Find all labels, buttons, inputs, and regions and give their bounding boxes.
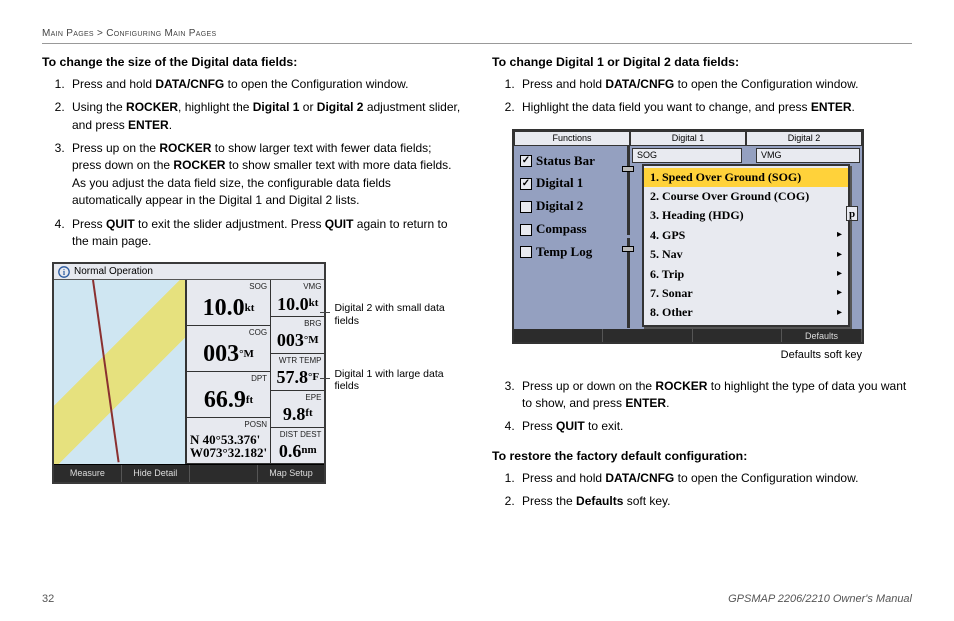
menu-item[interactable]: 7. Sonar▸ xyxy=(644,284,848,303)
cfg-sog-field[interactable]: SOG xyxy=(632,148,742,163)
step: Press up on the ROCKER to show larger te… xyxy=(68,140,462,210)
checkbox-icon[interactable]: ✓ xyxy=(520,155,532,167)
menu-item[interactable]: 3. Heading (HDG) xyxy=(644,206,848,225)
gps-title: i Normal Operation xyxy=(54,264,324,280)
figure-callouts: Digital 2 with small data fields Digital… xyxy=(334,302,462,432)
softkey-hide-detail[interactable]: Hide Detail xyxy=(122,465,190,482)
left-heading: To change the size of the Digital data f… xyxy=(42,54,462,72)
menu-item[interactable]: 8. Other▸ xyxy=(644,303,848,322)
tab-digital2[interactable]: Digital 2 xyxy=(746,131,862,145)
cfg-item[interactable]: ✓Status Bar xyxy=(520,152,616,171)
right-steps-cont: Press up or down on the ROCKER to highli… xyxy=(492,378,912,436)
breadcrumb: Main Pages > Configuring Main Pages xyxy=(42,28,912,44)
checkbox-icon[interactable] xyxy=(520,224,532,236)
checkbox-icon[interactable] xyxy=(520,246,532,258)
checkbox-icon[interactable] xyxy=(520,201,532,213)
defaults-caption: Defaults soft key xyxy=(492,348,862,364)
gps-softkeys[interactable]: Measure Hide Detail Map Setup xyxy=(54,464,324,482)
tab-digital1[interactable]: Digital 1 xyxy=(630,131,746,145)
step: Highlight the data field you want to cha… xyxy=(518,99,912,116)
gps-panel: i Normal Operation SOG10.0kt COG003°M DP… xyxy=(52,262,326,484)
data-cell: DPT66.9ft xyxy=(186,372,270,418)
data-cell: DIST DEST0.6nm xyxy=(270,428,324,465)
data-cell: VMG10.0kt xyxy=(270,280,324,317)
cfg-vmg-field[interactable]: VMG xyxy=(756,148,860,163)
menu-item[interactable]: 5. Nav▸ xyxy=(644,245,848,264)
cfg-item[interactable]: ✓Digital 1 xyxy=(520,174,616,193)
gps-data-columns: SOG10.0kt COG003°M DPT66.9ft POSNN 40°53… xyxy=(186,280,324,464)
cfg-body: ✓Status Bar ✓Digital 1 Digital 2 Compass… xyxy=(514,145,862,328)
data-cell: COG003°M xyxy=(186,326,270,372)
data-cell: SOG10.0kt xyxy=(186,280,270,326)
data-cell: EPE9.8ft xyxy=(270,391,324,428)
digital1-col: SOG10.0kt COG003°M DPT66.9ft POSNN 40°53… xyxy=(186,280,270,464)
chevron-right-icon: ▸ xyxy=(837,248,842,263)
right-heading: To change Digital 1 or Digital 2 data fi… xyxy=(492,54,912,72)
gps-map xyxy=(54,280,186,464)
step: Press and hold DATA/CNFG to open the Con… xyxy=(68,76,462,93)
restore-heading: To restore the factory default configura… xyxy=(492,448,912,466)
partial-p-box: p xyxy=(846,206,858,221)
softkey-defaults[interactable]: Defaults xyxy=(782,329,862,342)
softkey-measure[interactable]: Measure xyxy=(54,465,122,482)
menu-item[interactable]: 4. GPS▸ xyxy=(644,226,848,245)
slider-handle-d1[interactable] xyxy=(622,166,634,172)
menu-item[interactable]: 2. Course Over Ground (COG) xyxy=(644,187,848,206)
cfg-panel: Functions Digital 1 Digital 2 ✓Status Ba… xyxy=(512,129,864,344)
restore-steps: Press and hold DATA/CNFG to open the Con… xyxy=(492,470,912,511)
cfg-item[interactable]: Compass xyxy=(520,220,616,239)
page-footer: 32 GPSMAP 2206/2210 Owner's Manual xyxy=(42,593,912,605)
step: Press QUIT to exit the slider adjustment… xyxy=(68,216,462,251)
step: Press and hold DATA/CNFG to open the Con… xyxy=(518,76,912,93)
data-cell: WTR TEMP57.8°F xyxy=(270,354,324,391)
digital2-col: VMG10.0kt BRG003°M WTR TEMP57.8°F EPE9.8… xyxy=(270,280,324,464)
softkey-map-setup[interactable]: Map Setup xyxy=(258,465,325,482)
chevron-right-icon: ▸ xyxy=(837,306,842,321)
checkbox-icon[interactable]: ✓ xyxy=(520,178,532,190)
right-steps-start: Press and hold DATA/CNFG to open the Con… xyxy=(492,76,912,117)
cfg-tabs: Functions Digital 1 Digital 2 xyxy=(514,131,862,145)
softkey-empty xyxy=(190,465,258,482)
right-column: To change Digital 1 or Digital 2 data fi… xyxy=(492,54,912,522)
menu-item[interactable]: 6. Trip▸ xyxy=(644,265,848,284)
step: Press the Defaults soft key. xyxy=(518,493,912,510)
chevron-right-icon: ▸ xyxy=(837,228,842,243)
left-figure: i Normal Operation SOG10.0kt COG003°M DP… xyxy=(52,262,462,484)
page-number: 32 xyxy=(42,593,54,605)
left-steps: Press and hold DATA/CNFG to open the Con… xyxy=(42,76,462,251)
info-icon: i xyxy=(57,265,71,279)
cfg-functions-list: ✓Status Bar ✓Digital 1 Digital 2 Compass… xyxy=(520,152,616,266)
gps-mode-label: Normal Operation xyxy=(74,265,153,280)
left-column: To change the size of the Digital data f… xyxy=(42,54,462,522)
cfg-item[interactable]: Digital 2 xyxy=(520,197,616,216)
chevron-right-icon: ▸ xyxy=(837,286,842,301)
slider-handle-d2[interactable] xyxy=(622,246,634,252)
data-cell: BRG003°M xyxy=(270,317,324,354)
step: Press QUIT to exit. xyxy=(518,418,912,435)
chevron-right-icon: ▸ xyxy=(837,267,842,282)
manual-title: GPSMAP 2206/2210 Owner's Manual xyxy=(728,593,912,605)
step: Press up or down on the ROCKER to highli… xyxy=(518,378,912,413)
callout-digital1: Digital 1 with large data fields xyxy=(334,368,462,393)
cfg-menu: 1. Speed Over Ground (SOG) 2. Course Ove… xyxy=(642,164,850,327)
data-cell: POSNN 40°53.376'W073°32.182' xyxy=(186,418,270,464)
cfg-item[interactable]: Temp Log xyxy=(520,243,616,262)
step: Press and hold DATA/CNFG to open the Con… xyxy=(518,470,912,487)
svg-text:i: i xyxy=(63,268,66,277)
cfg-sliders xyxy=(624,146,632,328)
menu-item[interactable]: 1. Speed Over Ground (SOG) xyxy=(644,168,848,187)
callout-digital2: Digital 2 with small data fields xyxy=(334,302,462,327)
tab-functions[interactable]: Functions xyxy=(514,131,630,145)
step: Using the ROCKER, highlight the Digital … xyxy=(68,99,462,134)
content-columns: To change the size of the Digital data f… xyxy=(42,54,912,522)
cfg-softkeys[interactable]: Defaults xyxy=(514,329,862,342)
